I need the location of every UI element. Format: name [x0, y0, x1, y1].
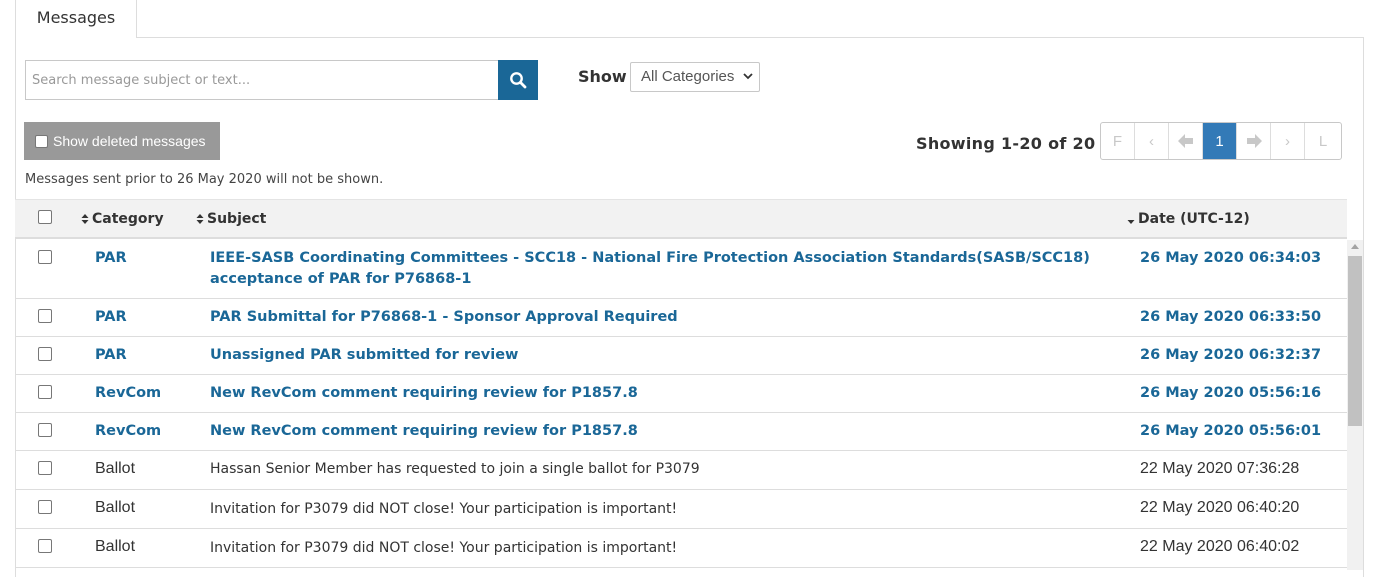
row-date: 26 May 2020 05:56:01 [1140, 423, 1322, 439]
row-checkbox[interactable] [38, 423, 52, 437]
header-date[interactable]: Date (UTC-12) [1127, 211, 1250, 227]
row-subject[interactable]: Unassigned PAR submitted for review [210, 345, 1110, 366]
category-selected-value: All Categories [641, 68, 735, 85]
select-all-checkbox[interactable] [38, 210, 52, 224]
row-category[interactable]: PAR [95, 250, 127, 266]
header-category[interactable]: Category [81, 211, 164, 227]
search-icon [510, 72, 527, 89]
messages-retention-note: Messages sent prior to 26 May 2020 will … [25, 172, 384, 187]
row-category[interactable]: RevCom [95, 423, 161, 439]
row-date: 26 May 2020 06:33:50 [1140, 309, 1322, 325]
show-label: Show [578, 67, 627, 86]
row-category[interactable]: PAR [95, 347, 127, 363]
table-row[interactable]: Ballot Invitation for P3079 did NOT clos… [15, 529, 1347, 568]
row-subject[interactable]: IEEE-SASB Coordinating Committees - SCC1… [210, 248, 1110, 290]
message-list-scrollbar[interactable] [1347, 240, 1363, 570]
pager-first[interactable]: F [1101, 123, 1135, 159]
row-category[interactable]: Ballot [95, 499, 135, 517]
row-date: 26 May 2020 06:34:03 [1140, 250, 1322, 266]
row-subject[interactable]: Hassan Senior Member has requested to jo… [210, 459, 1110, 480]
row-checkbox[interactable] [38, 309, 52, 323]
row-subject[interactable]: New RevCom comment requiring review for … [210, 421, 1110, 442]
row-category[interactable]: Ballot [95, 460, 135, 478]
arrow-left-icon [1177, 134, 1193, 148]
sort-icon [196, 214, 204, 224]
pager-previous[interactable]: ‹ [1135, 123, 1169, 159]
sort-icon [81, 214, 89, 224]
sort-desc-icon [1127, 220, 1135, 224]
header-category-label: Category [92, 211, 164, 227]
message-list: PAR IEEE-SASB Coordinating Committees - … [15, 240, 1347, 568]
search-button[interactable] [498, 60, 538, 100]
table-row[interactable]: PAR PAR Submittal for P76868-1 - Sponsor… [15, 299, 1347, 337]
header-subject-label: Subject [207, 211, 267, 227]
scroll-up-icon[interactable] [1351, 244, 1359, 249]
table-row[interactable]: PAR Unassigned PAR submitted for review … [15, 337, 1347, 375]
header-date-label: Date (UTC-12) [1138, 211, 1250, 227]
pager-back-arrow[interactable] [1169, 123, 1203, 159]
show-deleted-messages-button[interactable]: Show deleted messages [24, 122, 220, 160]
pagination: F ‹ 1 › L [1100, 122, 1342, 160]
row-subject[interactable]: New RevCom comment requiring review for … [210, 383, 1110, 404]
pager-last[interactable]: L [1305, 123, 1341, 159]
table-header: Category Subject Date (UTC-12) [15, 199, 1347, 239]
row-date: 26 May 2020 06:32:37 [1140, 347, 1322, 363]
row-checkbox[interactable] [38, 385, 52, 399]
row-checkbox[interactable] [38, 539, 52, 553]
row-subject[interactable]: PAR Submittal for P76868-1 - Sponsor App… [210, 307, 1110, 328]
scrollbar-thumb[interactable] [1348, 256, 1362, 426]
row-checkbox[interactable] [38, 347, 52, 361]
category-select[interactable]: All Categories [630, 62, 760, 92]
search-input[interactable] [25, 60, 499, 100]
row-category[interactable]: RevCom [95, 385, 161, 401]
row-category[interactable]: Ballot [95, 538, 135, 556]
chevron-down-icon [743, 73, 753, 80]
table-row[interactable]: Ballot Invitation for P3079 did NOT clos… [15, 490, 1347, 529]
row-date: 22 May 2020 06:40:20 [1140, 499, 1300, 516]
pager-next[interactable]: › [1271, 123, 1305, 159]
header-subject[interactable]: Subject [196, 211, 266, 227]
row-category[interactable]: PAR [95, 309, 127, 325]
table-row[interactable]: RevCom New RevCom comment requiring revi… [15, 375, 1347, 413]
row-checkbox[interactable] [38, 500, 52, 514]
row-checkbox[interactable] [38, 250, 52, 264]
arrow-right-icon [1246, 134, 1262, 148]
tab-messages[interactable]: Messages [15, 0, 137, 38]
show-deleted-checkbox[interactable] [35, 134, 48, 148]
row-date: 22 May 2020 06:40:02 [1140, 538, 1300, 555]
table-row[interactable]: RevCom New RevCom comment requiring revi… [15, 413, 1347, 451]
pager-page-current[interactable]: 1 [1203, 123, 1237, 159]
showing-count: Showing 1-20 of 20 [916, 134, 1096, 153]
row-checkbox[interactable] [38, 461, 52, 475]
row-subject[interactable]: Invitation for P3079 did NOT close! Your… [210, 538, 1110, 559]
pager-forward-arrow[interactable] [1237, 123, 1271, 159]
show-deleted-label: Show deleted messages [53, 133, 206, 149]
row-date: 22 May 2020 07:36:28 [1140, 460, 1300, 477]
table-row[interactable]: PAR IEEE-SASB Coordinating Committees - … [15, 240, 1347, 299]
row-date: 26 May 2020 05:56:16 [1140, 385, 1322, 401]
row-subject[interactable]: Invitation for P3079 did NOT close! Your… [210, 499, 1110, 520]
table-row[interactable]: Ballot Hassan Senior Member has requeste… [15, 451, 1347, 490]
